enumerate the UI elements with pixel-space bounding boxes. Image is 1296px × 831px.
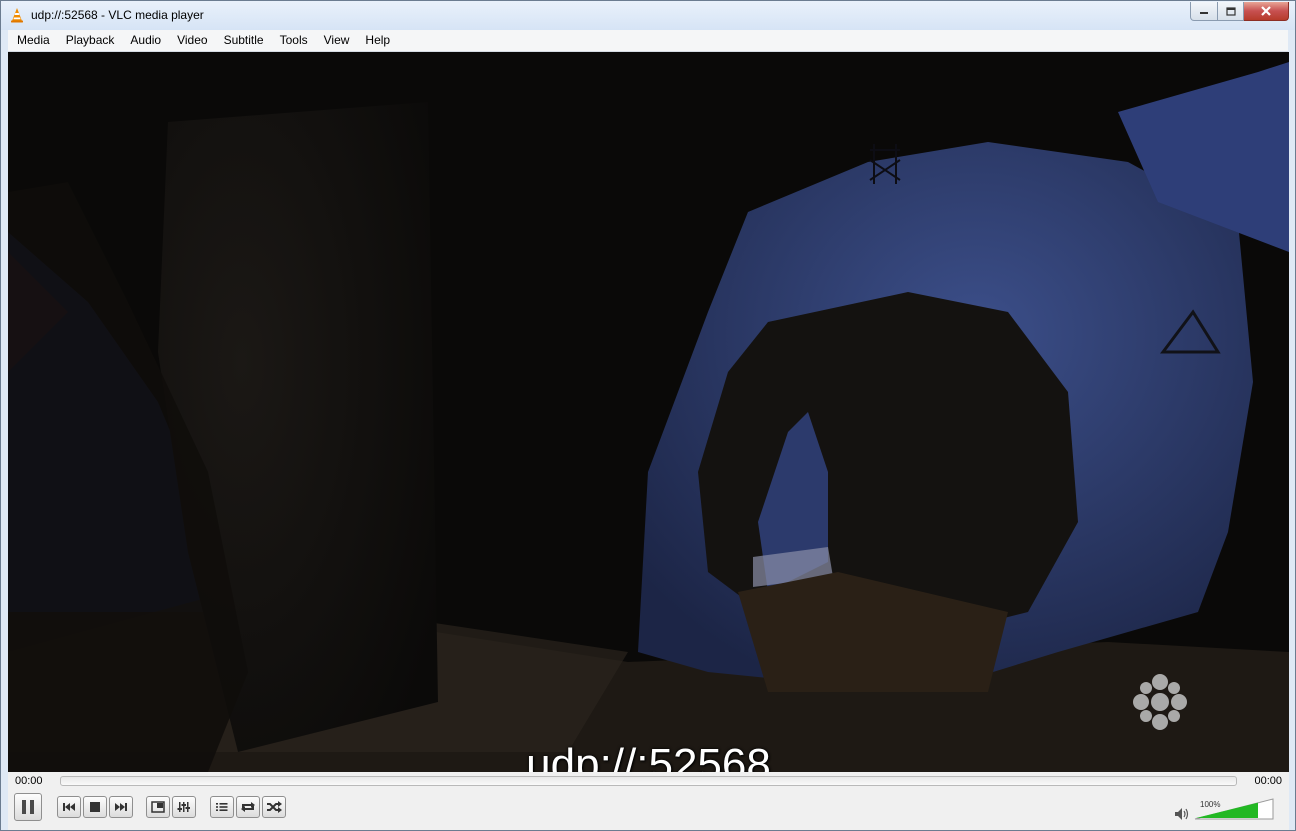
skip-next-icon [115,803,127,811]
osd-stream-url: udp://:52568 [526,740,771,772]
fullscreen-button[interactable] [146,796,170,818]
menu-view[interactable]: View [316,30,358,51]
close-icon [1261,6,1271,16]
stop-button[interactable] [83,796,107,818]
menu-audio[interactable]: Audio [122,30,169,51]
loop-icon [241,802,255,812]
speaker-icon[interactable] [1174,807,1190,821]
extended-settings-button[interactable] [172,796,196,818]
title-bar[interactable]: udp://:52568 - VLC media player [1,1,1295,30]
pause-button[interactable] [14,793,42,821]
close-button[interactable] [1244,2,1289,21]
seek-slider[interactable] [60,776,1237,786]
loop-button[interactable] [236,796,260,818]
minimize-icon [1200,12,1208,14]
playlist-icon [216,803,228,811]
maximize-icon [1225,6,1236,16]
shuffle-button[interactable] [262,796,286,818]
elapsed-time: 00:00 [15,775,43,787]
pause-icon [22,800,34,814]
vlc-window: udp://:52568 - VLC media player Media Pla… [0,0,1296,831]
fullscreen-icon [151,801,165,813]
minimize-button[interactable] [1190,2,1218,21]
menu-playback[interactable]: Playback [58,30,123,51]
broadcaster-logo-icon [1133,674,1187,730]
menu-tools[interactable]: Tools [272,30,316,51]
equalizer-icon [177,802,190,812]
menu-bar: Media Playback Audio Video Subtitle Tools View… [8,30,1288,52]
skip-previous-icon [63,803,75,811]
previous-button[interactable] [57,796,81,818]
menu-help[interactable]: Help [357,30,398,51]
playlist-button[interactable] [210,796,234,818]
vlc-cone-icon [11,8,23,23]
video-surface[interactable]: udp://:52568 [8,52,1289,772]
menu-subtitle[interactable]: Subtitle [216,30,272,51]
volume-slider[interactable] [1194,798,1274,820]
video-frame [8,52,1289,772]
menu-video[interactable]: Video [169,30,215,51]
window-title: udp://:52568 - VLC media player [31,8,204,22]
playback-controls: 00:00 00:00 100% [8,772,1289,830]
total-time: 00:00 [1254,775,1282,787]
stop-icon [90,802,100,812]
maximize-button[interactable] [1218,2,1244,21]
next-button[interactable] [109,796,133,818]
menu-media[interactable]: Media [8,30,58,51]
shuffle-icon [267,801,282,813]
window-controls [1190,2,1289,21]
